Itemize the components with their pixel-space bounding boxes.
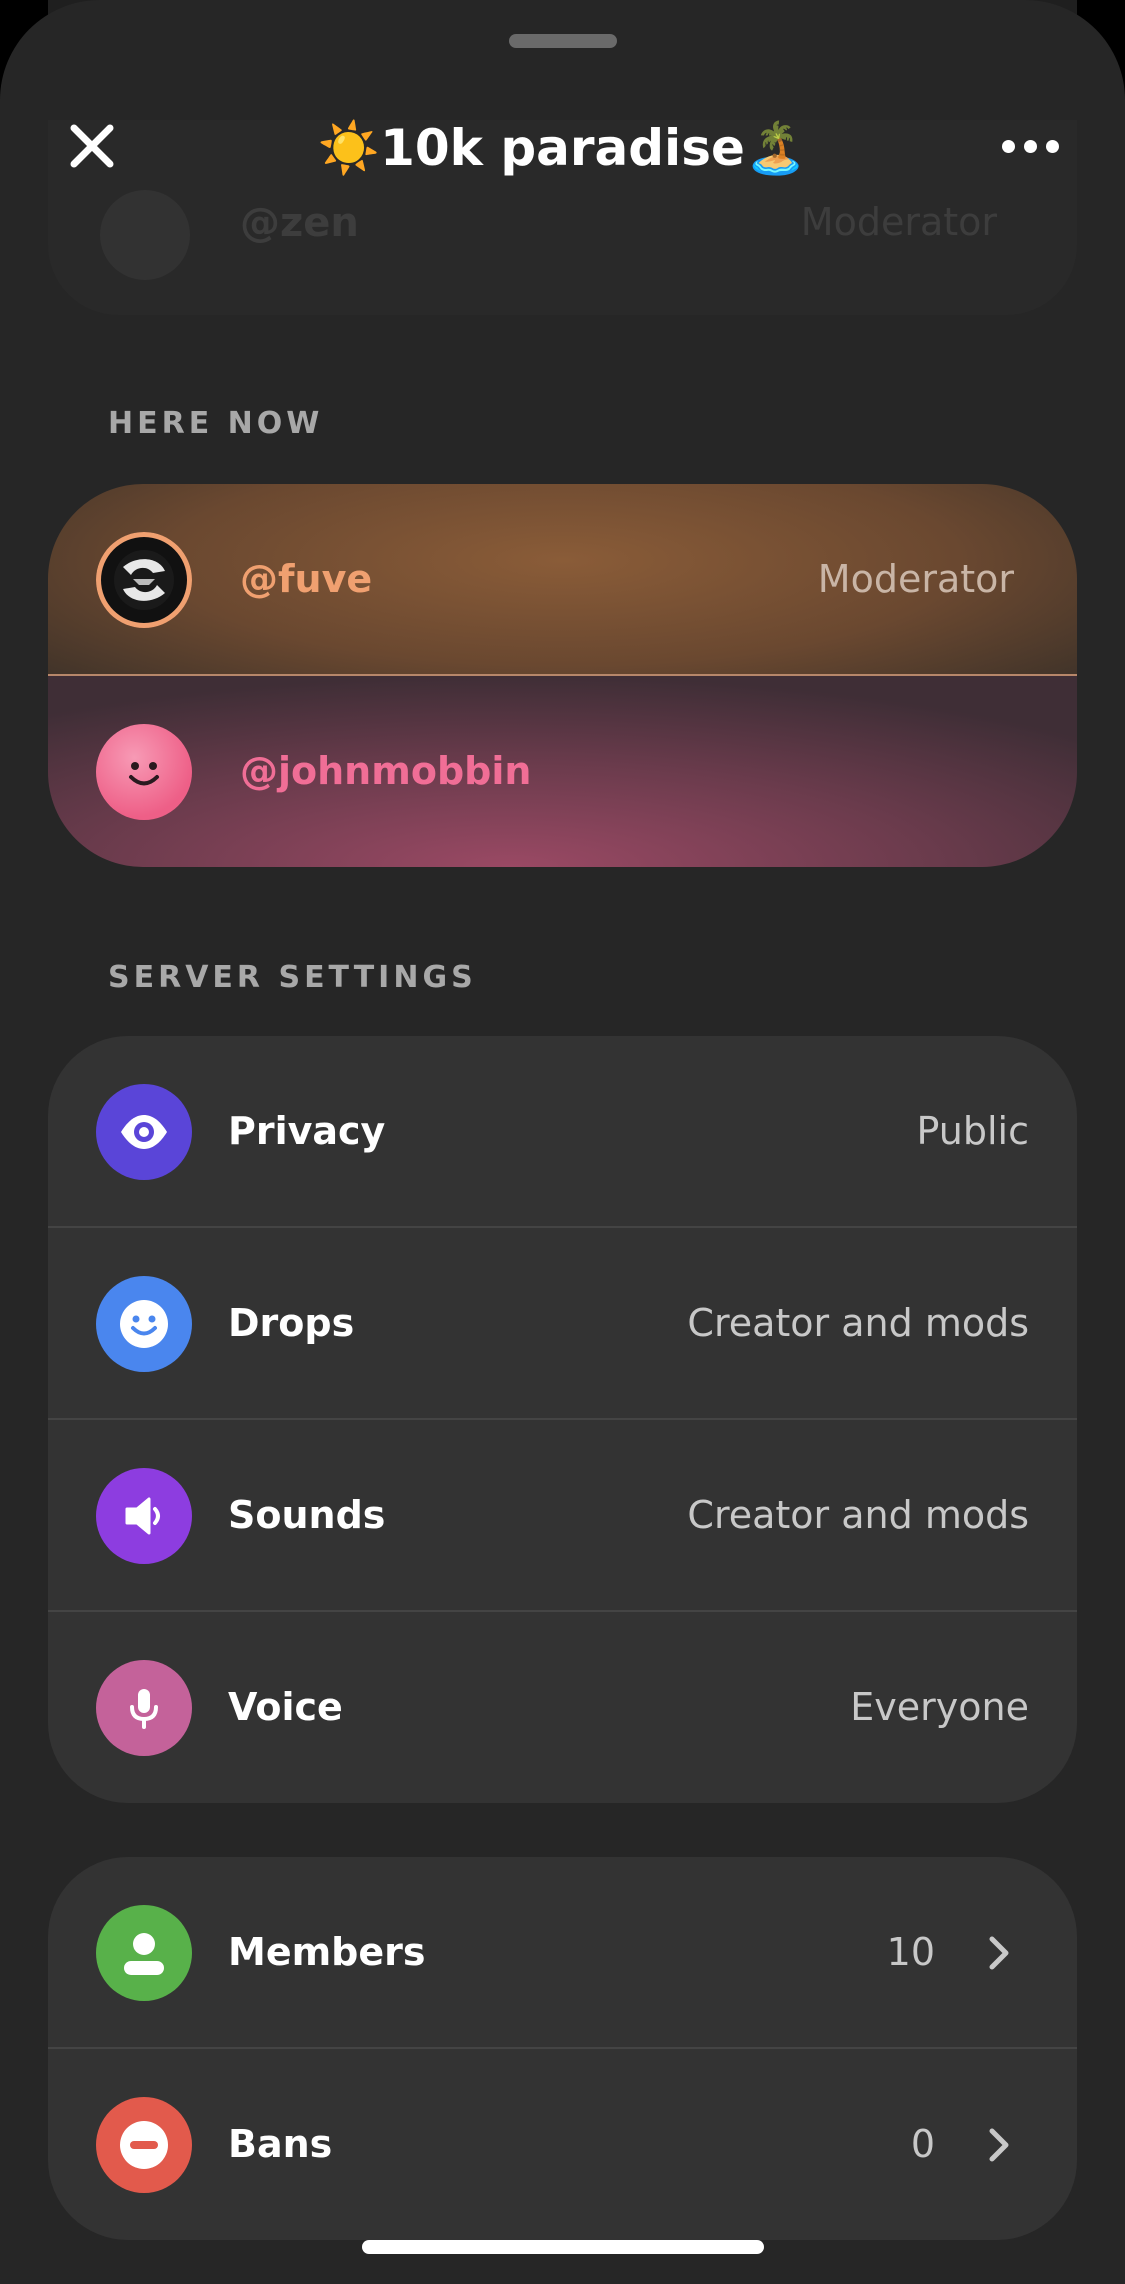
home-indicator: [362, 2240, 764, 2254]
here-now-heading: HERE NOW: [108, 406, 324, 441]
member-name: @fuve: [240, 557, 373, 601]
setting-label: Drops: [228, 1301, 355, 1345]
smiley-face-icon: [129, 762, 159, 786]
voice-icon-badge: [96, 1660, 192, 1756]
setting-value: Creator and mods: [687, 1493, 1029, 1537]
setting-label: Privacy: [228, 1109, 386, 1153]
bans-label: Bans: [228, 2122, 333, 2166]
speaker-icon: [125, 1497, 160, 1535]
member-row-fuve[interactable]: @fuve Moderator: [48, 484, 1077, 675]
member-name: @zen: [240, 200, 359, 246]
more-icon: [1045, 139, 1059, 153]
member-row-johnmobbin[interactable]: @johnmobbin: [48, 676, 1077, 867]
drops-icon-badge: [96, 1276, 192, 1372]
setting-row-voice[interactable]: Voice Everyone: [48, 1612, 1077, 1803]
members-icon-badge: [96, 1905, 192, 2001]
here-now-card: @fuve Moderator @johnmobbin: [48, 484, 1077, 867]
setting-value: Everyone: [850, 1685, 1029, 1729]
avatar: [96, 532, 192, 628]
privacy-icon-badge: [96, 1084, 192, 1180]
setting-row-sounds[interactable]: Sounds Creator and mods: [48, 1420, 1077, 1611]
bans-icon-badge: [96, 2097, 192, 2193]
server-settings-card: Privacy Public Drops Creator and mods So…: [48, 1036, 1077, 1803]
server-settings-sheet: @zen Moderator ☀️10k paradise🏝️ HERE NOW…: [0, 0, 1125, 2284]
avatar: [96, 724, 192, 820]
setting-value: Creator and mods: [687, 1301, 1029, 1345]
moderation-card: Members 10 Bans 0: [48, 1857, 1077, 2240]
member-role: Moderator: [817, 557, 1014, 601]
server-settings-heading: SERVER SETTINGS: [108, 960, 477, 995]
person-icon: [124, 1933, 164, 1975]
setting-row-drops[interactable]: Drops Creator and mods: [48, 1228, 1077, 1419]
smiley-icon: [120, 1300, 168, 1348]
chevron-right-icon: [979, 1933, 1019, 1973]
minus-circle-icon: [120, 2121, 168, 2169]
close-icon: [70, 124, 114, 168]
sheet-grabber[interactable]: [509, 34, 617, 48]
eye-icon: [121, 1115, 167, 1149]
members-row[interactable]: Members 10: [48, 1857, 1077, 2048]
bans-count: 0: [910, 2122, 935, 2166]
setting-label: Voice: [228, 1685, 343, 1729]
microphone-icon: [130, 1689, 158, 1729]
member-name: @johnmobbin: [240, 749, 532, 793]
more-icon: [1023, 139, 1037, 153]
setting-label: Sounds: [228, 1493, 386, 1537]
bans-row[interactable]: Bans 0: [48, 2049, 1077, 2240]
chevron-right-icon: [979, 2125, 1019, 2165]
close-button[interactable]: [62, 116, 122, 176]
page-title: ☀️10k paradise🏝️: [317, 119, 808, 177]
member-role: Moderator: [800, 200, 997, 244]
setting-row-privacy[interactable]: Privacy Public: [48, 1036, 1077, 1227]
avatar: [100, 190, 190, 280]
members-count: 10: [886, 1930, 935, 1974]
more-icon: [1001, 139, 1015, 153]
more-options-button[interactable]: [990, 118, 1070, 174]
swirl-logo-icon: [114, 550, 174, 610]
members-label: Members: [228, 1930, 426, 1974]
setting-value: Public: [916, 1109, 1029, 1153]
sounds-icon-badge: [96, 1468, 192, 1564]
